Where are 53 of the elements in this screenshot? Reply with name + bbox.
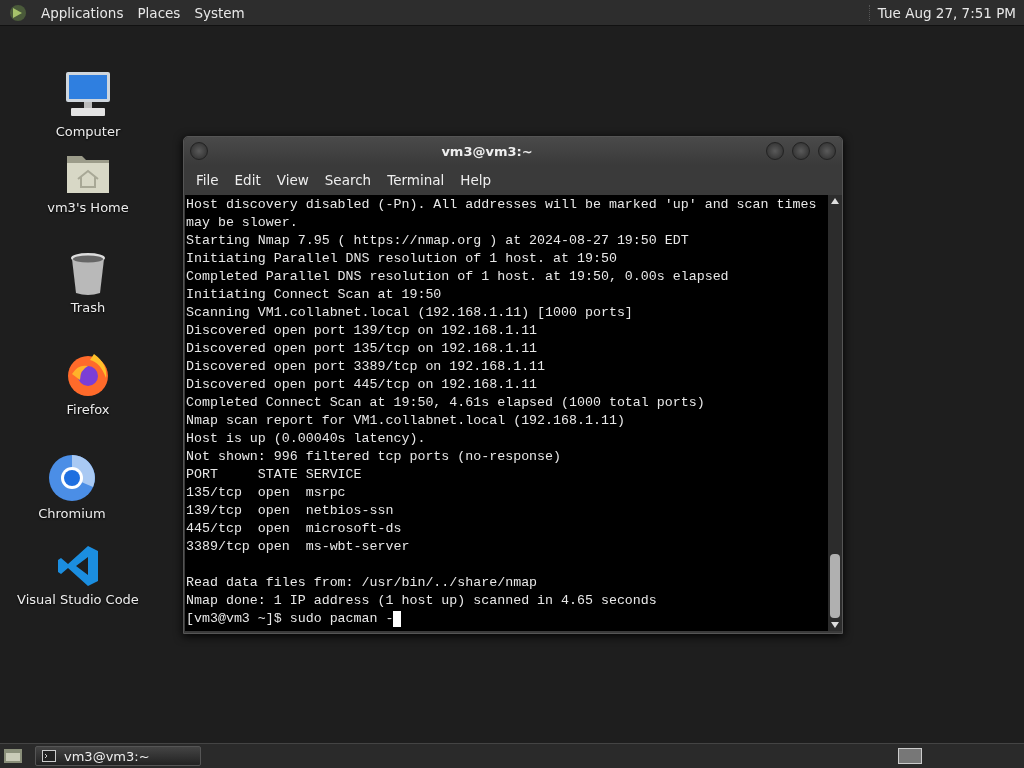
taskbar-button[interactable]: vm3@vm3:~ [35,746,201,766]
show-desktop-icon[interactable] [3,747,23,765]
terminal-line: 445/tcp open microsoft-ds [186,520,403,538]
panel-menu[interactable]: Places [130,4,188,21]
desktop-icon-label[interactable]: Computer [55,124,121,139]
terminal-line: 135/tcp open msrpc [186,484,347,502]
desktop-icon-label[interactable]: Visual Studio Code [17,592,139,607]
terminal-line: Host discovery disabled (-Pn). All addresses will be marked 'up' and scan times [186,196,818,214]
menu-item[interactable]: Search [316,172,380,188]
terminal-line: Completed Parallel DNS resolution of 1 host. at 19:50, 0.00s elapsed [186,268,730,286]
panel-menu[interactable]: Applications [34,4,131,21]
window-title: vm3@vm3:~ [440,143,534,159]
terminal-line: 3389/tcp open ms-wbt-server [186,538,411,556]
terminal-line: Nmap scan report for VM1.collabnet.local (192.168.1.11) [186,412,626,430]
scrollbar[interactable] [828,195,842,631]
terminal-line: 139/tcp open netbios-ssn [186,502,395,520]
workspace-switcher[interactable] [898,748,922,764]
terminal-line: Not shown: 996 filtered tcp ports (no-response) [186,448,563,466]
terminal-line: Nmap done: 1 IP address (1 host up) scanned in 4.65 seconds [186,592,658,610]
text-cursor [393,611,402,627]
terminal-line: Initiating Parallel DNS resolution of 1 host. at 19:50 [186,250,618,268]
terminal-line: Scanning VM1.collabnet.local (192.168.1.11) [1000 ports] [186,304,634,322]
menu-item[interactable]: Terminal [379,172,453,188]
menu-item[interactable]: View [268,172,317,188]
terminal-line: Read data files from: /usr/bin/../share/nmap [186,574,539,592]
menu-item[interactable]: Edit [226,172,269,188]
scroll-up-icon[interactable] [831,198,839,204]
chromium-icon[interactable] [48,454,96,502]
code-editor-icon[interactable] [56,544,100,588]
terminal-line: Initiating Connect Scan at 19:50 [186,286,443,304]
desktop-icon-label[interactable]: Trash [70,300,106,315]
terminal-line: Starting Nmap 7.95 ( https://nmap.org ) at 2024-08-27 19:50 EDT [186,232,690,250]
terminal-line: Discovered open port 135/tcp on 192.168.1.11 [186,340,539,358]
panel-menu[interactable]: System [187,4,252,21]
scroll-down-icon[interactable] [831,622,839,628]
desktop-icon-label[interactable]: Chromium [38,506,106,521]
scrollbar-thumb[interactable] [830,554,840,618]
terminal-line: PORT STATE SERVICE [186,466,363,484]
terminal-line: Host is up (0.00040s latency). [186,430,427,448]
terminal-line: Discovered open port 445/tcp on 192.168.1.11 [186,376,539,394]
terminal-line: may be slower. [186,214,299,232]
trash-icon[interactable] [68,252,108,296]
desktop-icon-label[interactable]: vm3's Home [47,200,129,215]
terminal-icon [42,750,56,762]
terminal-line: Discovered open port 3389/tcp on 192.168.1.11 [186,358,547,376]
clock[interactable]: Tue Aug 27, 7:51 PM [868,4,1024,21]
desktop-icon-label[interactable]: Firefox [66,402,110,417]
terminal-line: Completed Connect Scan at 19:50, 4.61s elapsed (1000 total ports) [186,394,706,412]
command-prompt[interactable]: [vm3@vm3 ~]$ sudo pacman - [186,610,394,628]
menu-item[interactable]: Help [452,172,500,188]
terminal-line: Discovered open port 139/tcp on 192.168.1.11 [186,322,539,340]
distro-logo-icon[interactable] [8,2,28,23]
menu-item[interactable]: File [188,172,227,188]
